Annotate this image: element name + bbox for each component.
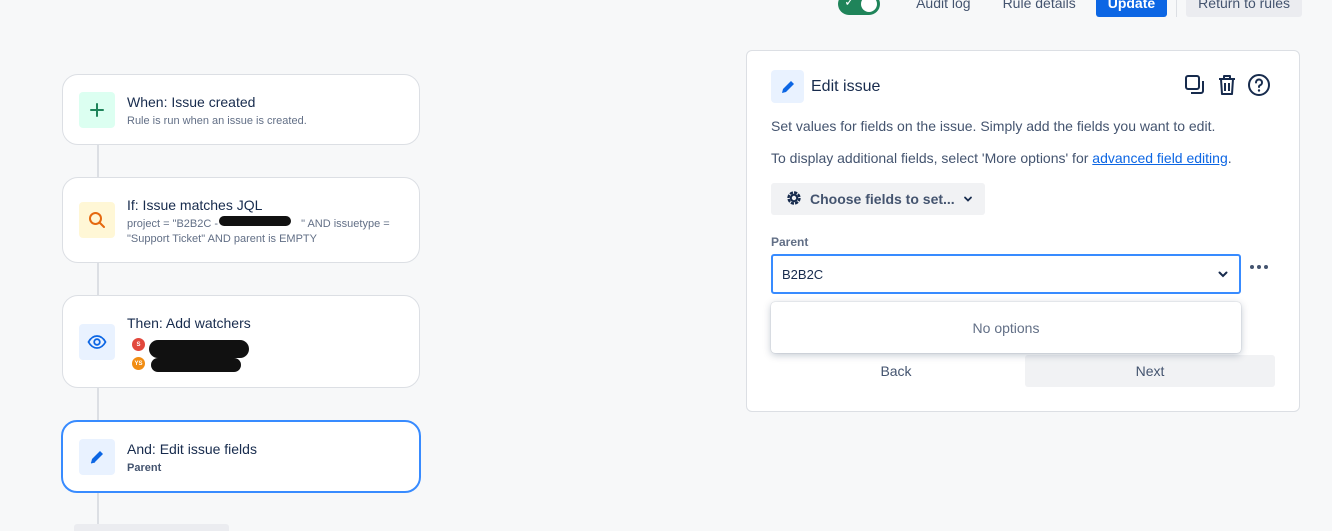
back-button[interactable]: Back xyxy=(771,355,1021,387)
trigger-subtitle: Rule is run when an issue is created. xyxy=(127,115,307,127)
choose-fields-label: Choose fields to set... xyxy=(810,191,955,207)
condition-card[interactable]: If: Issue matches JQL project = "B2B2C -… xyxy=(62,177,420,263)
chevron-down-icon xyxy=(963,191,973,207)
duplicate-icon[interactable] xyxy=(1183,73,1207,102)
jql-suffix: " AND issuetype = xyxy=(301,218,390,230)
additional-suffix: . xyxy=(1227,150,1232,166)
trigger-card[interactable]: When: Issue created Rule is run when an … xyxy=(62,74,420,145)
redaction-mark xyxy=(151,358,241,372)
panel-description: Set values for fields on the issue. Simp… xyxy=(771,118,1216,134)
help-icon[interactable] xyxy=(1247,73,1271,102)
eye-icon xyxy=(79,324,115,360)
plus-icon xyxy=(79,92,115,128)
trigger-title: When: Issue created xyxy=(127,94,256,110)
chevron-down-icon xyxy=(1217,268,1229,283)
gear-icon xyxy=(785,189,803,210)
more-options-button[interactable] xyxy=(1250,265,1268,269)
choose-fields-button[interactable]: Choose fields to set... xyxy=(771,183,985,215)
trash-icon[interactable] xyxy=(1215,73,1239,102)
top-toolbar: ✓ Audit log Rule details Update Return t… xyxy=(838,0,1302,18)
add-component-stub[interactable] xyxy=(74,524,229,531)
no-options-text: No options xyxy=(972,319,1040,336)
redaction-mark xyxy=(219,216,291,226)
pencil-icon xyxy=(771,70,804,103)
edit-issue-fields-title: And: Edit issue fields xyxy=(127,441,257,457)
return-to-rules-button[interactable]: Return to rules xyxy=(1186,0,1302,17)
advanced-field-editing-link[interactable]: advanced field editing xyxy=(1092,150,1227,166)
redaction-mark xyxy=(149,340,249,358)
add-watchers-title: Then: Add watchers xyxy=(127,315,251,331)
jql-prefix: project = "B2B2C - xyxy=(127,218,222,230)
dot xyxy=(1257,265,1261,269)
panel-additional-fields-text: To display additional fields, select 'Mo… xyxy=(771,150,1232,166)
update-button[interactable]: Update xyxy=(1095,0,1168,17)
panel-title: Edit issue xyxy=(811,78,881,95)
condition-title: If: Issue matches JQL xyxy=(127,197,263,213)
dot xyxy=(1264,265,1268,269)
rule-enabled-toggle[interactable]: ✓ xyxy=(838,0,881,15)
toolbar-divider xyxy=(1176,0,1178,17)
parent-field-label: Parent xyxy=(771,235,809,249)
rule-details-link[interactable]: Rule details xyxy=(991,0,1088,17)
dot xyxy=(1250,265,1254,269)
audit-log-link[interactable]: Audit log xyxy=(904,0,982,17)
edit-issue-fields-card[interactable]: And: Edit issue fields Parent xyxy=(61,420,421,493)
parent-select-value: B2B2C xyxy=(782,266,824,282)
check-icon: ✓ xyxy=(844,0,855,10)
jql-line2: "Support Ticket" AND parent is EMPTY xyxy=(127,233,317,245)
parent-select[interactable]: B2B2C xyxy=(771,254,1241,294)
search-icon xyxy=(79,202,115,238)
edit-issue-fields-subtitle: Parent xyxy=(127,462,162,474)
edit-issue-panel: Edit issue Set values for fields on the … xyxy=(746,50,1300,412)
watcher-avatar: YS xyxy=(131,356,146,371)
parent-options-menu: No options xyxy=(771,302,1241,353)
toggle-knob xyxy=(861,0,878,12)
next-button[interactable]: Next xyxy=(1025,355,1275,387)
watcher-avatar: S xyxy=(131,337,146,352)
panel-actions xyxy=(1183,73,1271,102)
pencil-icon xyxy=(79,439,115,475)
additional-prefix: To display additional fields, select 'Mo… xyxy=(771,150,1093,166)
add-watchers-card[interactable]: Then: Add watchers S YS xyxy=(62,295,420,388)
